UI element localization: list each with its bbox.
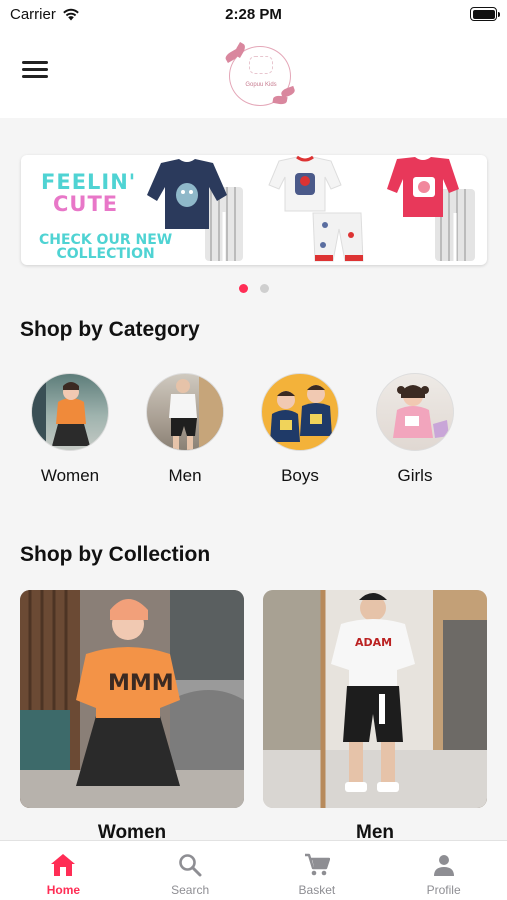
category-boys-label: Boys bbox=[281, 466, 319, 485]
pajama-image-pink bbox=[387, 157, 475, 261]
category-girls-label: Girls bbox=[397, 466, 433, 485]
category-women[interactable]: Women bbox=[30, 373, 110, 486]
battery-icon bbox=[470, 7, 500, 21]
logo-mark bbox=[249, 56, 273, 74]
logo-leaf bbox=[272, 94, 288, 106]
category-section-title: Shop by Category bbox=[20, 318, 200, 341]
search-icon bbox=[175, 851, 205, 879]
tab-basket[interactable]: Basket bbox=[254, 841, 381, 900]
collection-women-image: MMM bbox=[20, 590, 244, 808]
tab-profile[interactable]: Profile bbox=[380, 841, 507, 900]
status-time: 2:28 PM bbox=[225, 6, 282, 23]
collection-men-image: ADAM bbox=[263, 590, 487, 808]
tab-basket-label: Basket bbox=[298, 883, 336, 897]
category-girls[interactable]: Girls bbox=[375, 373, 455, 486]
status-bar: Carrier 2:28 PM bbox=[0, 0, 507, 30]
collection-card-women[interactable]: MMM bbox=[20, 590, 244, 808]
menu-line bbox=[22, 75, 48, 78]
carousel-indicator[interactable] bbox=[0, 284, 507, 293]
svg-text:MMM: MMM bbox=[108, 671, 174, 696]
category-boys[interactable]: Boys bbox=[260, 373, 340, 486]
banner-headline: FEELIN' bbox=[41, 170, 137, 194]
category-men[interactable]: Men bbox=[145, 373, 225, 486]
category-boys-image bbox=[261, 373, 339, 451]
app-header: Gopuu Kids bbox=[0, 30, 507, 118]
category-men-image bbox=[146, 373, 224, 451]
home-icon bbox=[48, 851, 78, 879]
hamburger-menu-button[interactable] bbox=[22, 58, 48, 82]
collection-section-title: Shop by Collection bbox=[20, 543, 211, 566]
menu-line bbox=[22, 68, 48, 71]
carousel-dot-active[interactable] bbox=[238, 284, 248, 293]
collection-card-men[interactable]: ADAM bbox=[263, 590, 487, 808]
category-women-label: Women bbox=[40, 466, 100, 485]
tab-search[interactable]: Search bbox=[127, 841, 254, 900]
banner-headline-2: CUTE bbox=[53, 192, 119, 216]
promo-banner[interactable]: FEELIN' CUTE CHECK OUR NEW COLLECTION bbox=[21, 155, 487, 265]
person-icon bbox=[429, 851, 459, 879]
menu-line bbox=[22, 61, 48, 64]
tab-home-label: Home bbox=[46, 883, 81, 897]
tab-search-label: Search bbox=[171, 883, 210, 897]
category-men-label: Men bbox=[168, 466, 202, 485]
tab-profile-label: Profile bbox=[426, 883, 461, 897]
svg-text:ADAM: ADAM bbox=[355, 636, 392, 649]
cart-icon bbox=[302, 851, 332, 879]
logo-text: Gopuu Kids bbox=[245, 82, 277, 88]
carousel-dot[interactable] bbox=[259, 284, 269, 293]
bottom-tab-bar: Home Search Basket Profile bbox=[0, 840, 507, 900]
category-women-image bbox=[31, 373, 109, 451]
tab-home[interactable]: Home bbox=[0, 841, 127, 900]
brand-logo[interactable]: Gopuu Kids bbox=[223, 41, 299, 108]
pajama-image-white bbox=[268, 155, 364, 262]
category-girls-image bbox=[376, 373, 454, 451]
pajama-image-navy bbox=[147, 159, 243, 261]
